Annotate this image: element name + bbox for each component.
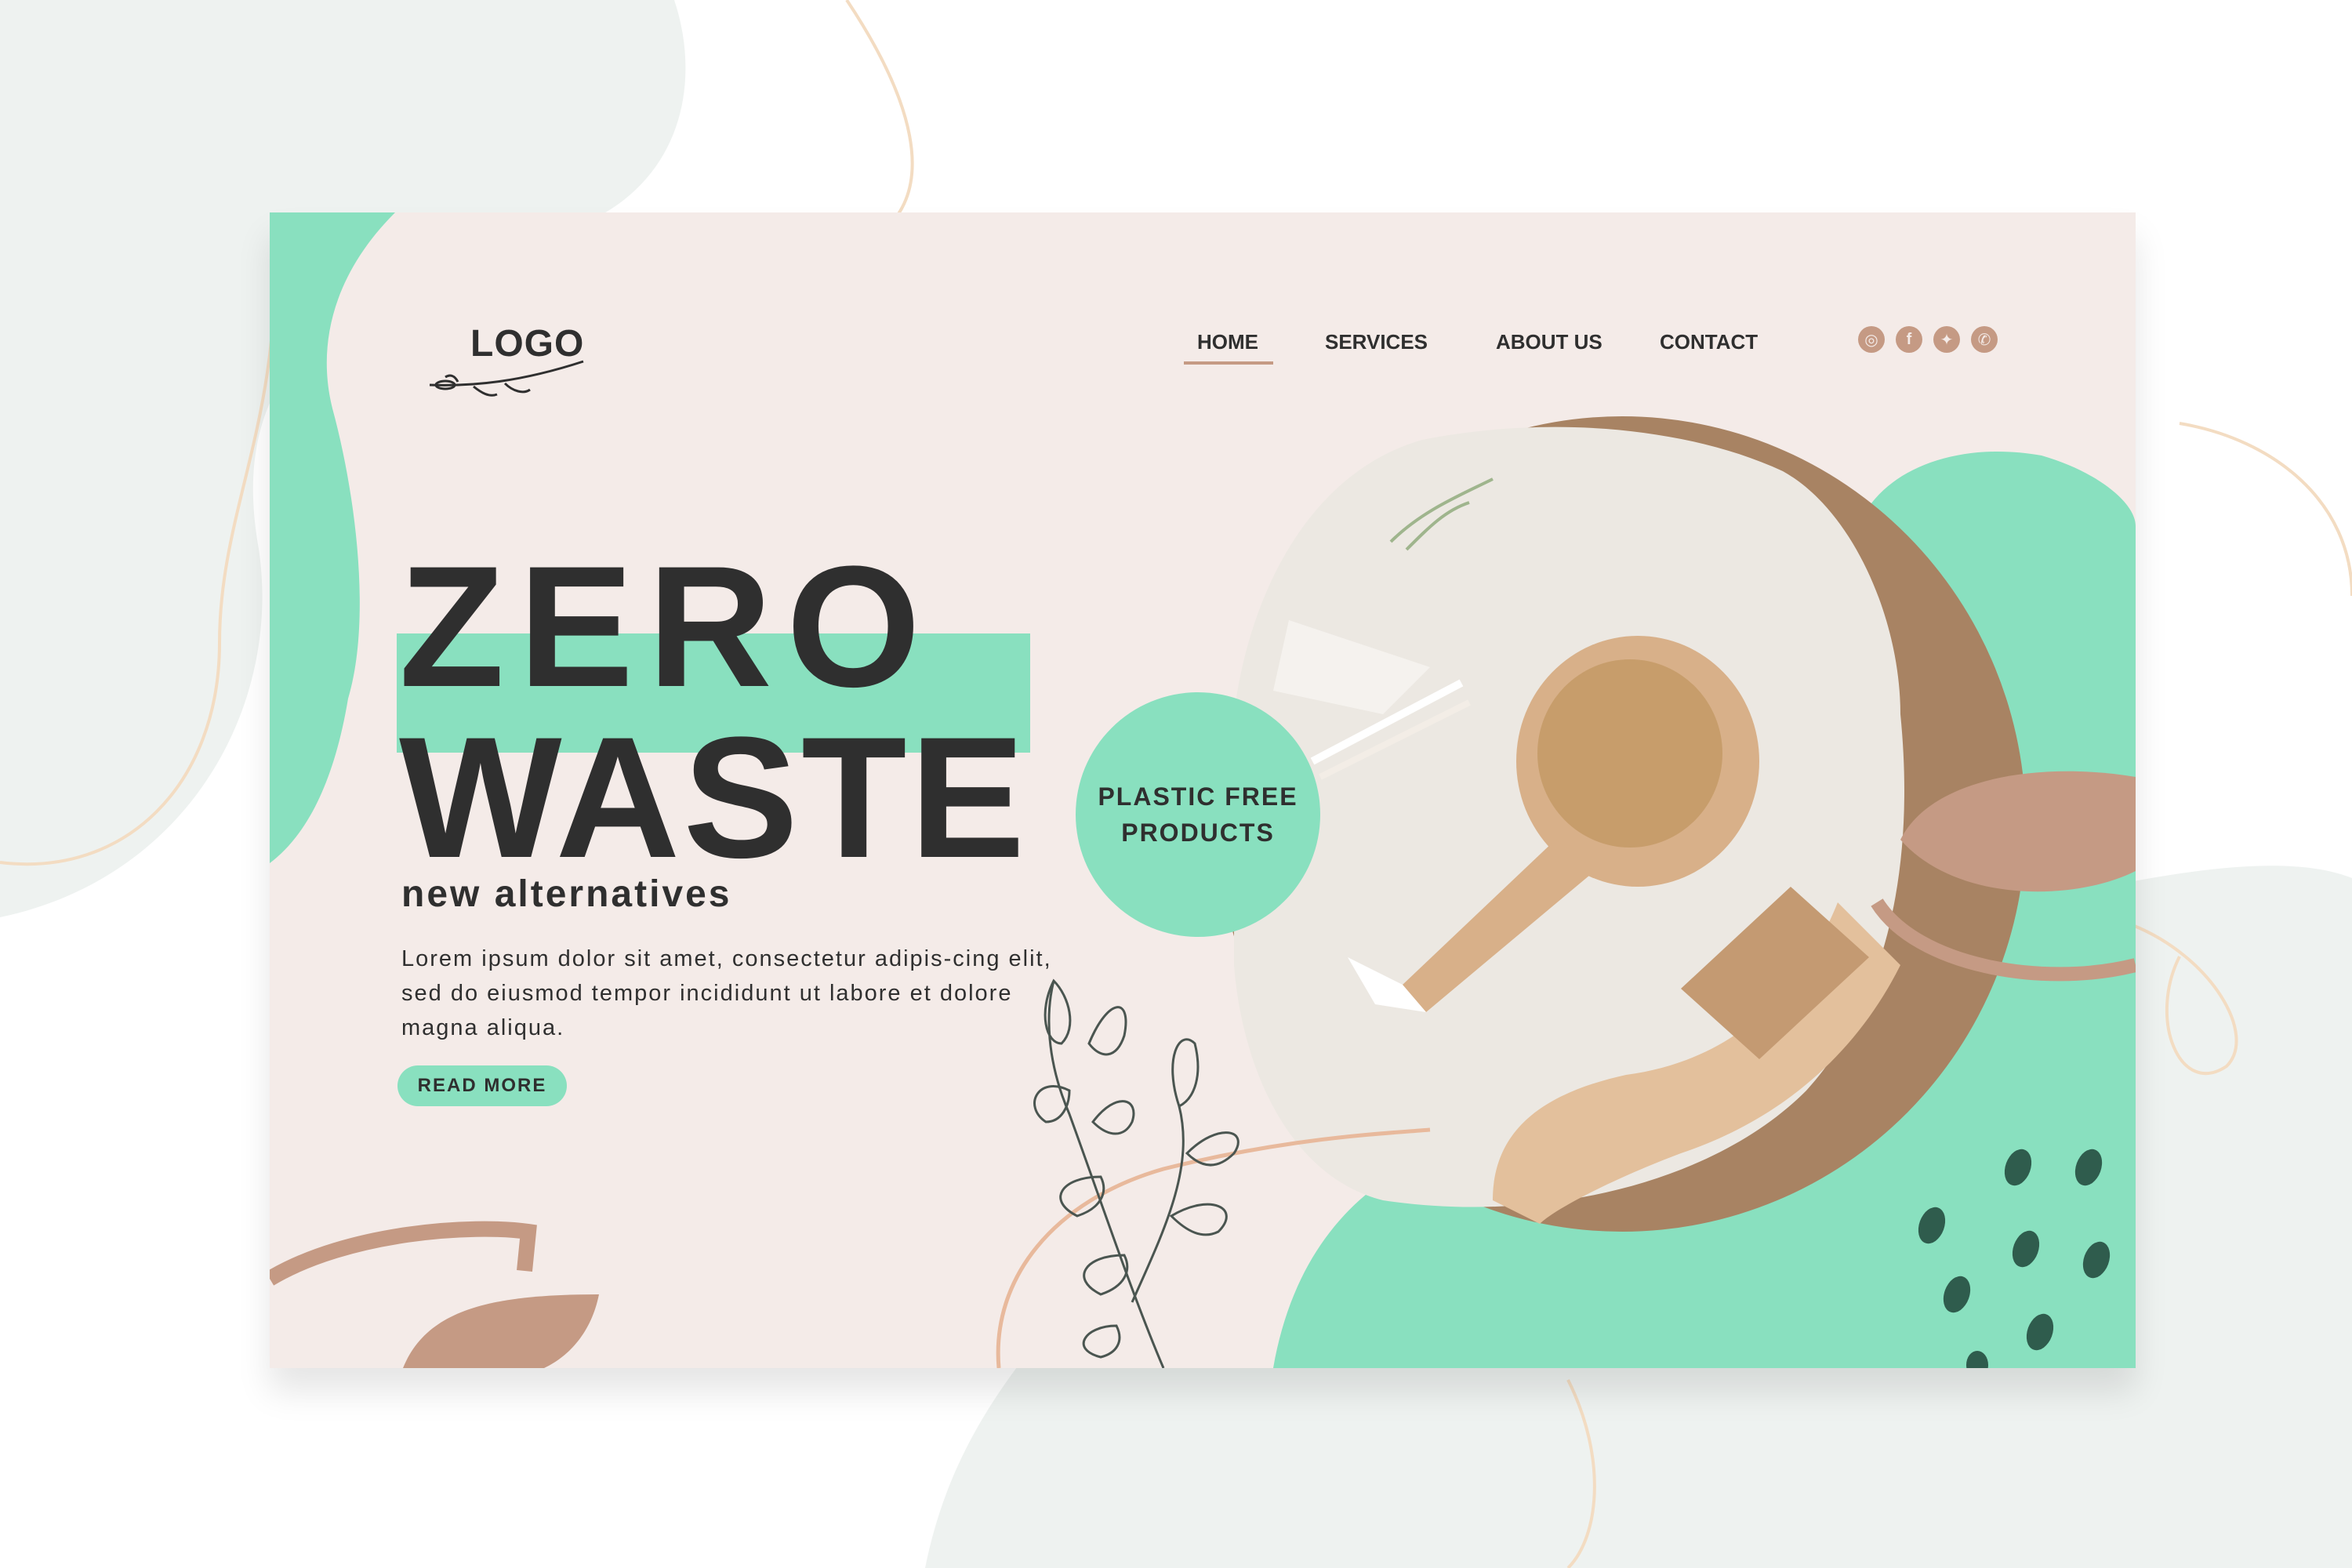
landing-card: LOGO HOME SERVICES ABOUT US CONTACT ◎ f … xyxy=(270,212,2136,1368)
badge-text: PLASTIC FREE PRODUCTS xyxy=(1098,782,1298,847)
nav-about-us[interactable]: ABOUT US xyxy=(1496,330,1602,354)
instagram-icon[interactable]: ◎ xyxy=(1858,326,1885,353)
plastic-free-badge: PLASTIC FREE PRODUCTS xyxy=(1076,692,1320,937)
hero-title-line1: ZERO xyxy=(399,530,935,723)
product-photo xyxy=(1218,416,2026,1232)
nav-home[interactable]: HOME xyxy=(1197,330,1258,354)
main-nav: HOME SERVICES ABOUT US CONTACT xyxy=(270,330,2136,377)
hero-title-line2: WASTE xyxy=(399,701,1029,894)
whatsapp-icon[interactable]: ✆ xyxy=(1971,326,1998,353)
nav-contact[interactable]: CONTACT xyxy=(1660,330,1758,354)
left-mint-blob xyxy=(270,212,395,863)
facebook-icon[interactable]: f xyxy=(1896,326,1922,353)
nav-active-underline xyxy=(1184,361,1273,365)
bottom-brown-leaf xyxy=(403,1294,599,1368)
read-more-button[interactable]: READ MORE xyxy=(397,1065,567,1106)
nav-services[interactable]: SERVICES xyxy=(1325,330,1428,354)
hero-subtitle: new alternatives xyxy=(401,873,732,915)
twitter-icon[interactable]: ✦ xyxy=(1933,326,1960,353)
hero-body-text: Lorem ipsum dolor sit amet, consectetur … xyxy=(401,946,1052,1040)
